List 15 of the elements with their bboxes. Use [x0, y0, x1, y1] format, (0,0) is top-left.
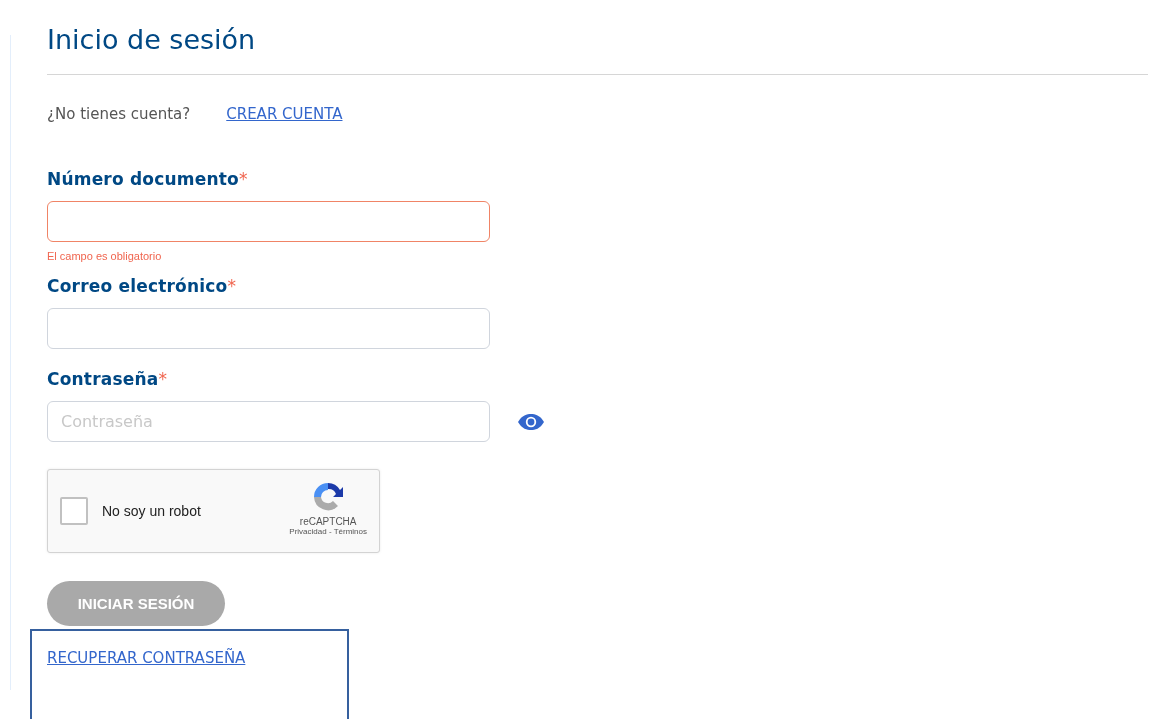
field-label: Contraseña*: [47, 369, 168, 391]
signup-prompt: ¿No tienes cuenta?: [47, 105, 191, 123]
input-field[interactable]: [47, 308, 490, 349]
captcha-links[interactable]: Privacidad - Términos: [289, 527, 367, 536]
create-account-link[interactable]: CREAR CUENTA: [226, 105, 343, 123]
error-message: El campo es obligatorio: [47, 250, 162, 262]
page-title: Inicio de sesión: [47, 24, 256, 57]
input-field[interactable]: [47, 201, 490, 242]
recover-password-link[interactable]: RECUPERAR CONTRASEÑA: [47, 649, 246, 667]
captcha-brand: reCAPTCHA: [299, 516, 357, 527]
field-label: Número documento*: [47, 169, 248, 191]
eye-icon[interactable]: [517, 412, 545, 431]
field-label: Correo electrónico*: [47, 276, 237, 298]
captcha-label: No soy un robot: [102, 503, 201, 519]
captcha-checkbox[interactable]: [60, 497, 88, 525]
